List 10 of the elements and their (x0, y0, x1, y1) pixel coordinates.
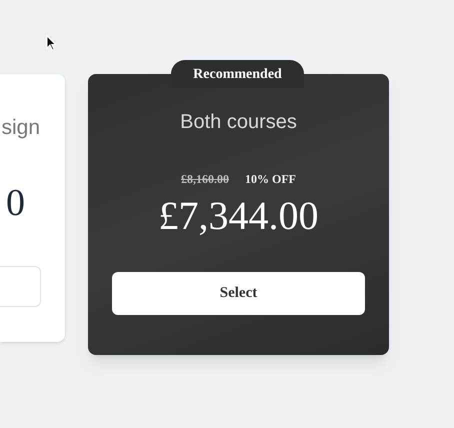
cursor-icon (46, 35, 57, 51)
select-button[interactable] (0, 266, 41, 306)
original-price: £8,160.00 (181, 171, 229, 188)
discount-label: 10% OFF (245, 171, 296, 188)
plan-title: sign (1, 115, 40, 141)
recommended-badge: Recommended (171, 60, 304, 88)
price: £7,344.00 (158, 196, 318, 236)
plan-title: Both courses (180, 112, 297, 132)
select-button[interactable]: Select (112, 272, 365, 315)
price: 0 (6, 184, 25, 222)
